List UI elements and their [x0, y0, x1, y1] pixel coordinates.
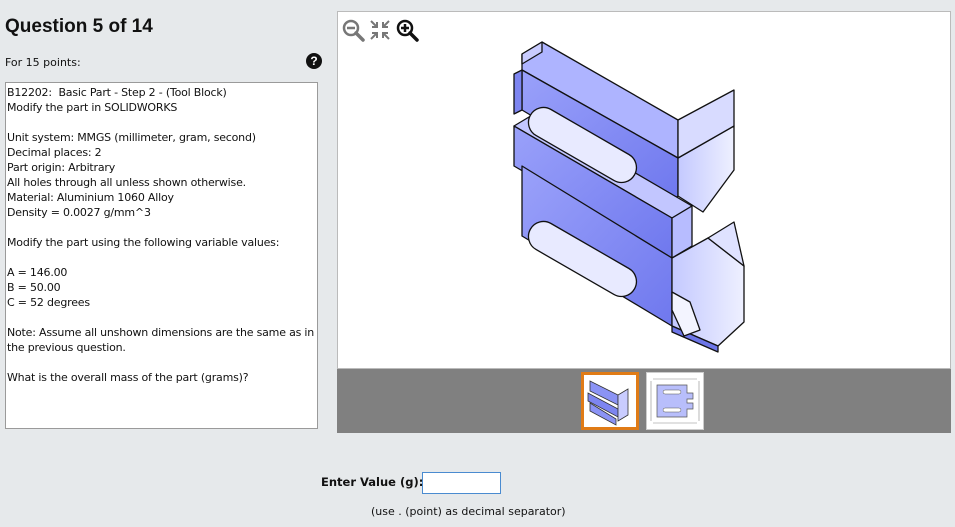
question-line: Modify the part in SOLIDWORKS	[7, 101, 178, 114]
question-line: C = 52 degrees	[7, 296, 90, 309]
isometric-view-thumbnail[interactable]	[581, 372, 639, 430]
drawing-view-thumbnail[interactable]	[646, 372, 704, 430]
question-line: All holes through all unless shown other…	[7, 176, 246, 189]
thumbnail-strip	[337, 369, 951, 433]
question-blank-line	[7, 115, 316, 130]
question-blank-line	[7, 355, 316, 370]
question-line: Part origin: Arbitrary	[7, 161, 116, 174]
question-line: Unit system: MMGS (millimeter, gram, sec…	[7, 131, 256, 144]
question-blank-line	[7, 220, 316, 235]
question-line: B = 50.00	[7, 281, 61, 294]
question-line: B12202: Basic Part - Step 2 - (Tool Bloc…	[7, 86, 227, 99]
answer-label: Enter Value (g):	[321, 475, 424, 489]
zoom-out-icon[interactable]	[341, 18, 365, 42]
question-title: Question 5 of 14	[5, 16, 153, 37]
decimal-separator-hint: (use . (point) as decimal separator)	[371, 505, 566, 518]
question-line: A = 146.00	[7, 266, 68, 279]
question-line: Density = 0.0027 g/mm^3	[7, 206, 151, 219]
question-line: Decimal places: 2	[7, 146, 102, 159]
help-icon[interactable]: ?	[306, 53, 322, 69]
question-line: Note: Assume all unshown dimensions are …	[7, 326, 315, 339]
zoom-in-icon[interactable]	[395, 18, 419, 42]
question-line: What is the overall mass of the part (gr…	[7, 371, 249, 384]
model-viewer[interactable]	[337, 11, 951, 369]
question-blank-line	[7, 250, 316, 265]
isometric-part-icon	[587, 380, 629, 426]
question-line: Material: Aluminium 1060 Alloy	[7, 191, 174, 204]
drawing-sheet-icon	[650, 378, 700, 424]
points-label: For 15 points:	[5, 56, 81, 69]
question-blank-line	[7, 310, 316, 325]
answer-input[interactable]	[422, 472, 501, 494]
fit-to-screen-icon[interactable]	[368, 18, 392, 42]
part-model-image	[513, 41, 745, 353]
question-line: Modify the part using the following vari…	[7, 236, 280, 249]
question-line: the previous question.	[7, 341, 126, 354]
question-text-box[interactable]: B12202: Basic Part - Step 2 - (Tool Bloc…	[5, 82, 318, 429]
